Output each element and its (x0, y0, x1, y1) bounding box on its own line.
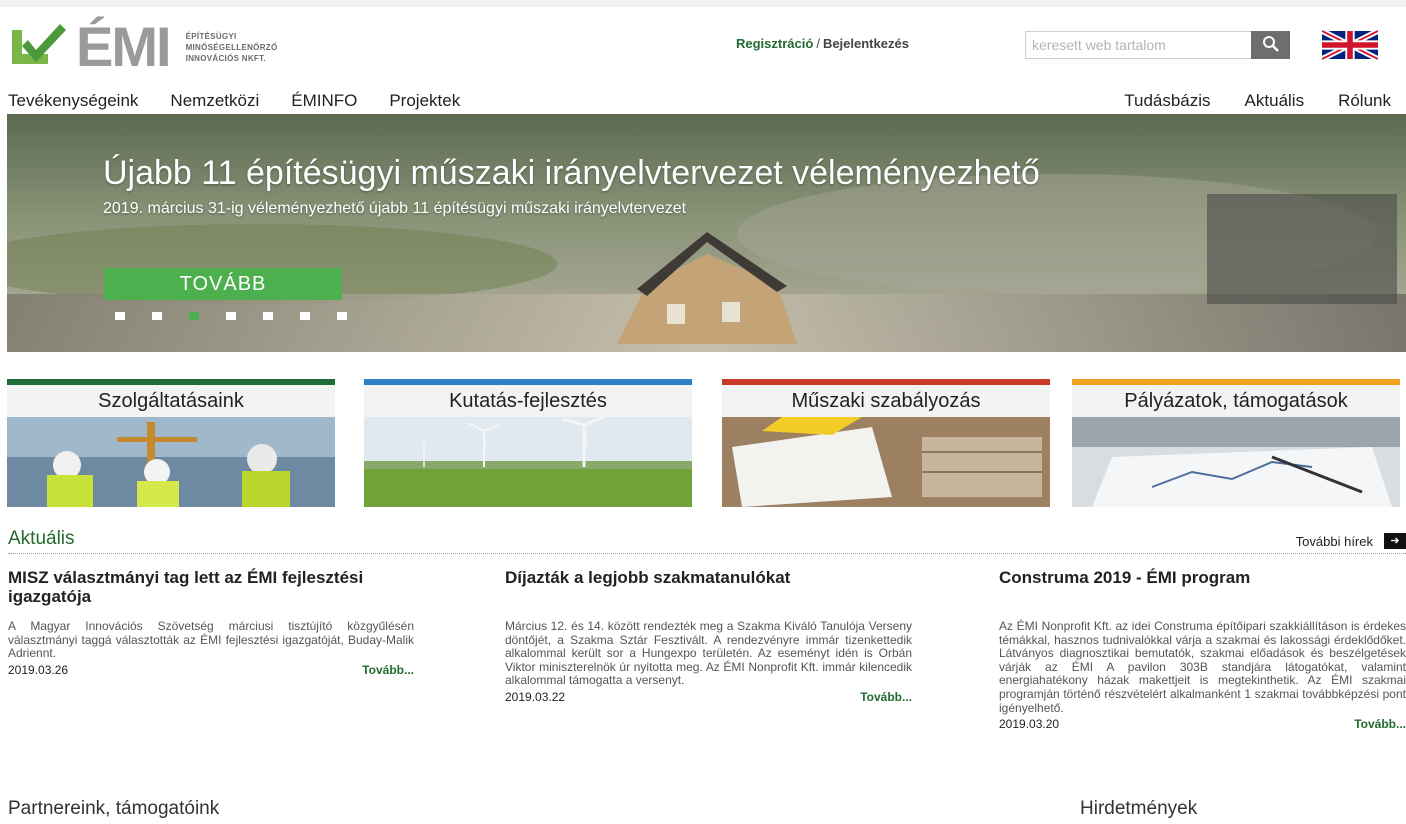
article-title[interactable]: Díjazták a legjobb szakmatanulókat (505, 568, 912, 587)
tagline-line: INNOVÁCIÓS NKFT. (185, 53, 266, 63)
site-logo[interactable]: ÉMI ÉPÍTÉSÜGYI MINŐSÉGELLENŐRZŐ INNOVÁCI… (8, 15, 278, 78)
news-article: Construma 2019 - ÉMI program Az ÉMI Nonp… (999, 568, 1406, 731)
nav-item-knowledge-base[interactable]: Tudásbázis (1124, 91, 1210, 111)
tagline-line: MINŐSÉGELLENŐRZŐ (185, 42, 278, 52)
search-box (1025, 31, 1290, 59)
partners-heading: Partnereink, támogatóink (8, 798, 220, 819)
slider-dot[interactable] (263, 312, 273, 320)
slider-dots (115, 312, 374, 320)
article-footer: 2019.03.20 Tovább... (999, 717, 1406, 731)
main-nav: Tevékenységeink Nemzetközi ÉMINFO Projek… (8, 91, 492, 111)
article-footer: 2019.03.26 Tovább... (8, 663, 414, 677)
uk-flag-icon[interactable] (1320, 28, 1380, 62)
arrow-right-icon: ➜ (1384, 533, 1406, 549)
card-title: Kutatás-fejlesztés (364, 385, 692, 417)
card-title: Műszaki szabályozás (722, 385, 1050, 417)
article-title[interactable]: Construma 2019 - ÉMI program (999, 568, 1406, 587)
category-card-research[interactable]: Kutatás-fejlesztés (364, 379, 692, 507)
auth-links: Regisztráció / Bejelentkezés (736, 36, 909, 51)
nav-item-projects[interactable]: Projektek (389, 91, 460, 111)
logo-wordmark: ÉMI (76, 15, 172, 78)
article-footer: 2019.03.22 Tovább... (505, 690, 912, 704)
slider-dot[interactable] (152, 312, 162, 320)
article-text: Az ÉMI Nonprofit Kft. az idei Construma … (999, 619, 1406, 715)
article-more-link[interactable]: Tovább... (362, 663, 414, 677)
hero-more-button[interactable]: TOVÁBB (104, 268, 342, 300)
search-icon (1262, 35, 1280, 56)
hero-title: Újabb 11 építésügyi műszaki irányelvterv… (103, 154, 1040, 192)
news-heading: Aktuális (8, 528, 75, 549)
slider-dot[interactable] (337, 312, 347, 320)
news-article: Díjazták a legjobb szakmatanulókat Márci… (505, 568, 912, 704)
more-news-link[interactable]: További hírek ➜ (1296, 533, 1406, 549)
top-strip (0, 0, 1406, 7)
logo-tagline: ÉPÍTÉSÜGYI MINŐSÉGELLENŐRZŐ INNOVÁCIÓS N… (186, 31, 278, 64)
tagline-line: ÉPÍTÉSÜGYI (185, 31, 237, 41)
category-card-regulation[interactable]: Műszaki szabályozás (722, 379, 1050, 507)
article-date: 2019.03.22 (505, 689, 566, 704)
article-date: 2019.03.20 (999, 717, 1060, 732)
slider-dot[interactable] (300, 312, 310, 320)
slider-dot[interactable] (115, 312, 125, 320)
article-date: 2019.03.26 (8, 662, 69, 677)
nav-item-news[interactable]: Aktuális (1245, 91, 1305, 111)
news-divider (8, 553, 1406, 554)
nav-item-eminfo[interactable]: ÉMINFO (291, 91, 357, 111)
article-more-link[interactable]: Tovább... (860, 690, 912, 704)
category-card-services[interactable]: Szolgáltatásaink (7, 379, 335, 507)
article-text: Március 12. és 14. között rendezték meg … (505, 619, 912, 688)
more-news-label: További hírek (1295, 533, 1373, 549)
logo-text: ÉMI (76, 15, 172, 78)
slider-dot[interactable] (226, 312, 236, 320)
register-link[interactable]: Regisztráció (736, 36, 813, 51)
card-image-workers (7, 417, 335, 507)
auth-separator: / (816, 36, 820, 51)
nav-item-international[interactable]: Nemzetközi (170, 91, 259, 111)
news-article: MISZ választmányi tag lett az ÉMI fejles… (8, 568, 414, 677)
checkmark-logo-icon (8, 24, 68, 70)
nav-item-about[interactable]: Rólunk (1338, 91, 1391, 111)
category-card-grants[interactable]: Pályázatok, támogatások (1072, 379, 1400, 507)
article-text: A Magyar Innovációs Szövetség márciusi t… (8, 619, 414, 661)
search-button[interactable] (1251, 31, 1290, 59)
card-title: Szolgáltatásaink (7, 385, 335, 417)
nav-item-activities[interactable]: Tevékenységeink (8, 91, 138, 111)
article-more-link[interactable]: Tovább... (1354, 717, 1406, 731)
card-image-wind-turbines (364, 417, 692, 507)
login-link[interactable]: Bejelentkezés (823, 36, 909, 51)
card-image-blueprints (722, 417, 1050, 507)
hero-subtitle: 2019. március 31-ig véleményezhető újabb… (103, 200, 687, 217)
article-title[interactable]: MISZ választmányi tag lett az ÉMI fejles… (8, 568, 414, 606)
card-title: Pályázatok, támogatások (1072, 385, 1400, 417)
search-input[interactable] (1025, 31, 1251, 59)
secondary-nav: Tudásbázis Aktuális Rólunk (1090, 91, 1391, 111)
card-image-documents (1072, 417, 1400, 507)
notices-heading: Hirdetmények (1080, 798, 1198, 819)
hero-banner: Újabb 11 építésügyi műszaki irányelvterv… (7, 114, 1406, 352)
slider-dot-active[interactable] (189, 312, 199, 320)
